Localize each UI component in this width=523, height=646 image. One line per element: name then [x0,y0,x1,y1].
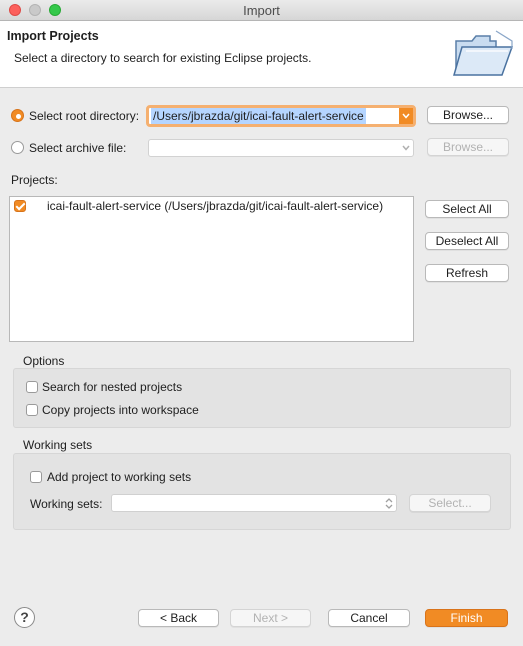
updown-arrows-icon[interactable] [382,495,396,511]
root-directory-value: /Users/jbrazda/git/icai-fault-alert-serv… [151,108,366,124]
working-sets-combo[interactable] [111,494,397,512]
chevron-down-icon[interactable] [399,140,413,156]
nested-projects-label: Search for nested projects [42,380,183,394]
help-icon[interactable]: ? [14,607,35,628]
root-directory-radio[interactable] [11,109,24,122]
nested-projects-checkbox[interactable] [26,381,38,393]
deselect-all-button[interactable]: Deselect All [425,232,509,250]
archive-file-label: Select archive file: [29,141,127,155]
select-all-button[interactable]: Select All [425,200,509,218]
list-item[interactable]: icai-fault-alert-service (/Users/jbrazda… [10,197,413,215]
project-checkbox[interactable] [14,200,26,212]
cancel-button[interactable]: Cancel [328,609,410,627]
options-title: Options [23,354,65,368]
project-label: icai-fault-alert-service (/Users/jbrazda… [47,199,384,213]
working-sets-title: Working sets [23,438,93,452]
projects-label: Projects: [11,173,58,187]
working-sets-group: Add project to working sets Working sets… [13,453,511,530]
window-title: Import [243,3,280,18]
title-bar: Import [0,0,523,21]
chevron-down-icon[interactable] [399,108,413,124]
add-working-sets-checkbox[interactable] [30,471,42,483]
page-description: Select a directory to search for existin… [14,51,312,65]
archive-file-radio[interactable] [11,141,24,154]
archive-file-combo[interactable] [148,139,414,157]
copy-projects-checkbox[interactable] [26,404,38,416]
projects-list[interactable]: icai-fault-alert-service (/Users/jbrazda… [9,196,414,342]
browse-directory-button[interactable]: Browse... [427,106,509,124]
root-directory-label: Select root directory: [29,109,140,123]
page-title: Import Projects [7,29,99,43]
refresh-button[interactable]: Refresh [425,264,509,282]
options-group: Search for nested projects Copy projects… [13,368,511,428]
select-working-sets-button[interactable]: Select... [409,494,491,512]
add-working-sets-label: Add project to working sets [47,470,192,484]
import-folder-icon [452,29,516,82]
root-directory-combo[interactable]: /Users/jbrazda/git/icai-fault-alert-serv… [146,105,416,127]
wizard-header: Import Projects Select a directory to se… [0,21,523,88]
finish-button[interactable]: Finish [425,609,508,627]
back-button[interactable]: < Back [138,609,219,627]
copy-projects-label: Copy projects into workspace [42,403,199,417]
browse-archive-button[interactable]: Browse... [427,138,509,156]
working-sets-label: Working sets: [30,497,103,511]
next-button[interactable]: Next > [230,609,311,627]
